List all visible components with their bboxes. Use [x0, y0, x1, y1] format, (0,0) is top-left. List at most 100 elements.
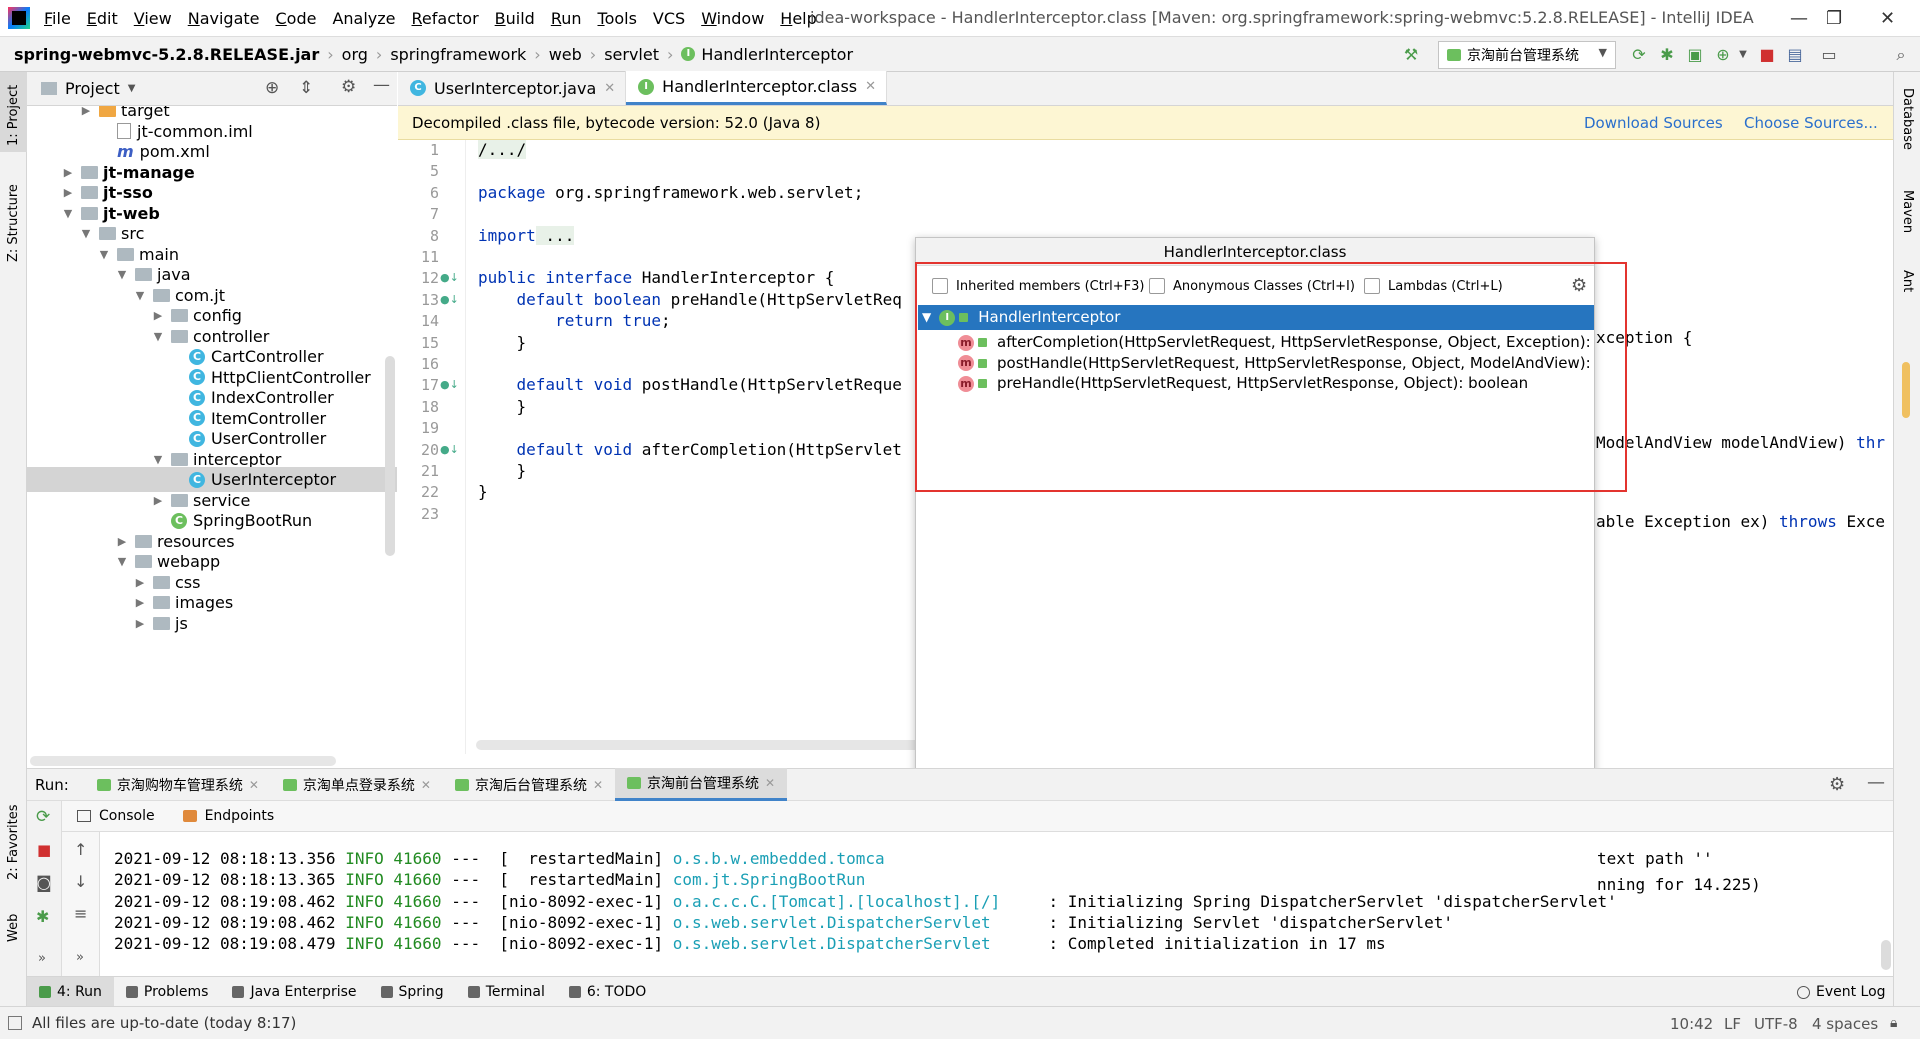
menu-item-file[interactable]: File — [44, 9, 71, 28]
endpoints-tab[interactable]: Endpoints — [205, 808, 275, 824]
rerun-icon[interactable]: ⟳ — [36, 807, 50, 827]
event-log-button[interactable]: Event Log — [1797, 984, 1886, 1000]
database-tool-label[interactable]: Database — [1900, 88, 1915, 150]
breadcrumb-item[interactable]: › springframework — [368, 45, 526, 64]
breadcrumb-item[interactable]: › web — [526, 45, 582, 64]
structure-tool-label[interactable]: Z: Structure — [6, 184, 21, 262]
bottom-tab-problems[interactable]: Problems — [114, 977, 221, 1007]
caret-position[interactable]: 10:42 — [1670, 1015, 1713, 1033]
menu-label: dit — [96, 8, 118, 28]
debug-bug-icon[interactable]: ✱ — [1656, 44, 1678, 66]
close-tab-icon[interactable]: ✕ — [249, 778, 259, 792]
close-tab-icon[interactable]: ✕ — [765, 776, 775, 790]
breadcrumb-item[interactable]: › servlet — [582, 45, 659, 64]
favorites-tool-label[interactable]: 2: Favorites — [6, 804, 21, 880]
file-encoding[interactable]: UTF-8 — [1754, 1015, 1798, 1033]
maven-tool-label[interactable]: Maven — [1900, 190, 1915, 233]
editor-tab-userinterceptor-java[interactable]: C UserInterceptor.java ✕ — [398, 71, 627, 105]
gear-icon[interactable]: ⚙ — [1829, 774, 1845, 795]
console-scrollbar[interactable] — [1881, 940, 1891, 970]
implemented-marker-icon[interactable]: ●↓ — [440, 293, 459, 306]
implemented-marker-icon[interactable]: ●↓ — [440, 378, 459, 391]
maximize-icon[interactable]: ❐ — [1826, 8, 1842, 29]
stop-icon[interactable]: ■ — [37, 841, 51, 859]
lock-icon[interactable]: 🔒︎ — [1890, 1015, 1897, 1031]
close-tab-icon[interactable]: ✕ — [865, 79, 876, 94]
soft-wrap-icon[interactable]: ≡ — [74, 904, 87, 923]
download-sources-link[interactable]: Download Sources — [1584, 114, 1723, 132]
arrow-down-icon[interactable]: ↓ — [74, 872, 87, 891]
menu-item-build[interactable]: Build — [495, 9, 535, 28]
search-icon[interactable]: ⌕ — [1890, 44, 1912, 66]
chevron-right-icon[interactable]: ▶ — [133, 611, 147, 636]
project-structure-icon[interactable]: ▤ — [1784, 44, 1806, 66]
gear-icon[interactable]: ⚙ — [341, 77, 356, 97]
more-icon[interactable]: » — [38, 951, 46, 966]
console-tab[interactable]: Console — [99, 808, 155, 824]
minimize-icon[interactable]: — — [1790, 8, 1808, 29]
editor-tab-handlerinterceptor-class[interactable]: I HandlerInterceptor.class ✕ — [626, 71, 888, 105]
web-tool-label[interactable]: Web — [6, 914, 21, 942]
build-hammer-icon[interactable]: ⚒ — [1400, 44, 1422, 66]
bottom-tab-spring[interactable]: Spring — [369, 977, 456, 1007]
run-tab[interactable]: 京淘后台管理系统 ✕ — [443, 768, 615, 801]
profile-icon[interactable]: ⊕ — [1712, 44, 1734, 66]
menu-item-run[interactable]: Run — [551, 9, 582, 28]
menu-item-vcs[interactable]: VCS — [653, 9, 685, 28]
stop-icon[interactable]: ■ — [1756, 44, 1778, 66]
layout-icon[interactable]: ▭ — [1818, 44, 1840, 66]
run-tab[interactable]: 京淘购物车管理系统 ✕ — [85, 768, 271, 801]
scroll-marker[interactable] — [1902, 362, 1910, 418]
coverage-icon[interactable]: ▣ — [1684, 44, 1706, 66]
run-config-select[interactable]: 京淘前台管理系统 ▼ — [1438, 41, 1616, 69]
console-output[interactable]: text path '' nning for 14.225) 2021-09-1… — [100, 832, 1893, 976]
bottom-tab-6-todo[interactable]: 6: TODO — [557, 977, 658, 1007]
menu-item-window[interactable]: Window — [701, 9, 764, 28]
project-panel-title[interactable]: Project — [65, 79, 120, 98]
breadcrumb-item[interactable]: spring-webmvc-5.2.8.RELEASE.jar — [14, 45, 319, 64]
menu-item-analyze[interactable]: Analyze — [332, 9, 395, 28]
hide-panel-icon[interactable]: — — [1867, 772, 1885, 793]
menu-item-refactor[interactable]: Refactor — [412, 9, 479, 28]
choose-sources-link[interactable]: Choose Sources... — [1744, 114, 1878, 132]
profile-dropdown-icon[interactable]: ▼ — [1732, 44, 1754, 66]
arrow-up-icon[interactable]: ↑ — [74, 840, 87, 859]
ant-tool-label[interactable]: Ant — [1900, 270, 1915, 292]
line-separator[interactable]: LF — [1724, 1015, 1741, 1033]
close-window-icon[interactable]: ✕ — [1880, 8, 1895, 29]
tree-item-js[interactable]: ▶ js — [27, 611, 397, 636]
breadcrumb-item[interactable]: › I HandlerInterceptor — [659, 45, 853, 64]
bottom-tab-java-enterprise[interactable]: Java Enterprise — [220, 977, 368, 1007]
breadcrumb-item[interactable]: › org — [319, 45, 368, 64]
close-tab-icon[interactable]: ✕ — [593, 778, 603, 792]
menu-item-navigate[interactable]: Navigate — [188, 9, 260, 28]
more-icon[interactable]: » — [76, 950, 84, 965]
bottom-tab-4-run[interactable]: 4: Run — [27, 976, 114, 1007]
menu-item-edit[interactable]: Edit — [87, 9, 118, 28]
rerun-icon[interactable]: ⟳ — [1628, 44, 1650, 66]
indent-setting[interactable]: 4 spaces — [1812, 1015, 1878, 1033]
code-fold[interactable]: ... — [535, 225, 575, 245]
status-toggle-icon[interactable] — [8, 1016, 22, 1030]
run-tab[interactable]: 京淘单点登录系统 ✕ — [271, 768, 443, 801]
project-tool-label[interactable]: 1: Project — [6, 85, 21, 146]
menu-item-view[interactable]: View — [134, 9, 172, 28]
camera-icon[interactable]: ◙ — [36, 873, 52, 892]
menu-item-tools[interactable]: Tools — [598, 9, 637, 28]
debug-bug-icon[interactable]: ✱ — [36, 907, 49, 926]
code-fold[interactable]: /.../ — [478, 140, 527, 159]
close-tab-icon[interactable]: ✕ — [421, 778, 431, 792]
project-tree-hscrollbar[interactable] — [30, 756, 336, 766]
hide-panel-icon[interactable]: — — [373, 75, 390, 95]
chevron-down-icon[interactable]: ▼ — [128, 83, 136, 94]
event-log-icon — [1797, 985, 1810, 999]
locate-icon[interactable]: ⊕ — [265, 78, 279, 98]
close-tab-icon[interactable]: ✕ — [604, 81, 615, 96]
implemented-marker-icon[interactable]: ●↓ — [440, 443, 459, 456]
project-tree-scrollbar[interactable] — [385, 356, 395, 556]
collapse-all-icon[interactable]: ⇕ — [299, 78, 313, 98]
run-tab[interactable]: 京淘前台管理系统 ✕ — [615, 768, 788, 801]
menu-item-code[interactable]: Code — [276, 9, 317, 28]
implemented-marker-icon[interactable]: ●↓ — [440, 271, 459, 284]
bottom-tab-terminal[interactable]: Terminal — [456, 977, 557, 1007]
